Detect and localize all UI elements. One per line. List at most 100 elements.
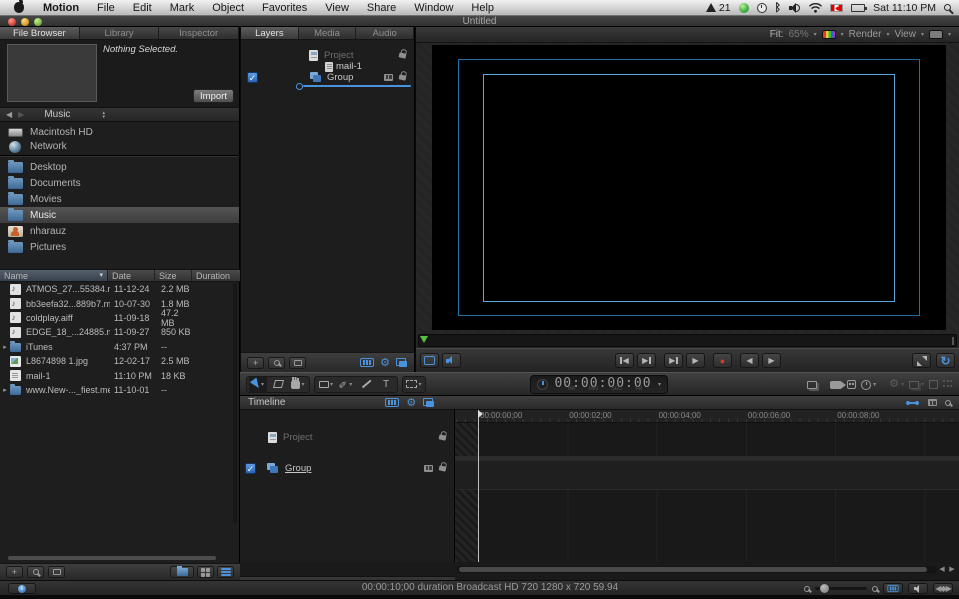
make-clone-button[interactable] xyxy=(929,380,938,389)
scrollbar-track[interactable] xyxy=(457,566,937,573)
new-camera-button[interactable] xyxy=(830,381,842,389)
place-item[interactable]: nharauz xyxy=(0,223,239,239)
indicator-item[interactable]: 21 xyxy=(706,2,731,14)
chevron-down-icon[interactable]: ▾ xyxy=(948,31,951,38)
location-stepper[interactable]: ▴▾ xyxy=(102,111,105,119)
menu-item[interactable]: Object xyxy=(203,2,253,14)
timeline-zoom-icon[interactable] xyxy=(945,400,951,406)
search-button[interactable] xyxy=(27,566,44,578)
show-keyframes-button[interactable]: ◀◆▶ xyxy=(933,583,953,594)
play-button[interactable]: ▶ xyxy=(686,353,705,368)
file-row[interactable]: ▸ www.New-..._fiest.metal 11-10-01 -- xyxy=(0,383,240,397)
volume-icon[interactable] xyxy=(789,3,801,13)
play-from-start-button[interactable]: ▶ xyxy=(664,353,683,368)
icon-view-button[interactable] xyxy=(197,566,214,578)
zoom-value[interactable]: 65% xyxy=(789,29,809,40)
lock-icon[interactable] xyxy=(399,74,407,80)
minimize-window-button[interactable] xyxy=(21,18,29,26)
timeline-ruler[interactable]: 00:00:00;0000:00:02;0000:00:04;0000:00:0… xyxy=(455,410,959,423)
timeline-project-row[interactable]: Project xyxy=(240,428,454,446)
window-title-bar[interactable]: Untitled xyxy=(0,16,959,27)
menu-item[interactable]: Help xyxy=(462,2,503,14)
hud-list-button[interactable] xyxy=(807,381,817,389)
layers-preview-button[interactable] xyxy=(289,357,306,369)
zoom-in-icon[interactable] xyxy=(872,586,878,592)
column-header-size[interactable]: Size xyxy=(155,270,192,281)
video-timeline-icon[interactable] xyxy=(385,398,399,407)
make-particles-button[interactable] xyxy=(943,380,953,390)
menu-app[interactable]: Motion xyxy=(34,2,88,14)
retime-button[interactable]: ▾ xyxy=(861,380,876,390)
bluetooth-icon[interactable]: ᛒ xyxy=(775,3,782,13)
menu-clock[interactable]: Sat 11:10 PM xyxy=(873,2,936,14)
place-item[interactable]: Network xyxy=(0,140,239,156)
menu-item[interactable]: File xyxy=(88,2,124,14)
filmstrip-icon[interactable] xyxy=(928,399,937,406)
rectangle-tool[interactable]: ▾ xyxy=(317,377,335,392)
layers-tab[interactable]: Audio xyxy=(356,27,414,39)
scroll-left-icon[interactable]: ◀ xyxy=(937,565,947,573)
menu-item[interactable]: Edit xyxy=(124,2,161,14)
apple-menu-icon[interactable] xyxy=(14,2,24,13)
column-header-duration[interactable]: Duration xyxy=(192,270,240,281)
record-button[interactable]: ● xyxy=(713,353,732,368)
group-track[interactable] xyxy=(455,461,959,489)
group-row[interactable]: Group mail-1 xyxy=(241,68,414,86)
pan-tool[interactable]: ▾ xyxy=(289,377,307,392)
chevron-down-icon[interactable]: ▾ xyxy=(814,31,817,38)
utility-tab[interactable]: Library xyxy=(80,27,160,39)
list-view-button[interactable] xyxy=(217,566,234,578)
render-menu[interactable]: Render xyxy=(849,29,882,40)
timeline-track-area[interactable] xyxy=(455,423,959,562)
bezier-tool[interactable]: ✎▾ xyxy=(337,377,355,392)
view-menu[interactable]: View xyxy=(894,29,916,40)
layers-tab[interactable]: Media xyxy=(299,27,357,39)
file-row[interactable]: L8674898 1.jpg 12-02-17 2.5 MB xyxy=(0,354,240,368)
chevron-down-icon[interactable]: ▾ xyxy=(921,31,924,38)
slider-knob[interactable] xyxy=(820,584,829,593)
preview-toggle-button[interactable] xyxy=(48,566,65,578)
forward-arrow-icon[interactable]: ▶ xyxy=(18,110,24,119)
adjust-item-tool[interactable] xyxy=(269,377,287,392)
menu-item[interactable]: View xyxy=(316,2,358,14)
file-row[interactable]: bb3eefa32...889b7.mp3 10-07-30 1.8 MB xyxy=(0,296,240,310)
column-header-name[interactable]: Name▾ xyxy=(0,270,108,281)
scroll-right-icon[interactable]: ▶ xyxy=(947,565,957,573)
input-language-flag-icon[interactable] xyxy=(830,4,843,12)
file-row[interactable]: EDGE_18_...24885.mp3 11-09-27 850 KB xyxy=(0,325,240,339)
column-header-date[interactable]: Date xyxy=(108,270,155,281)
background-swatch-icon[interactable] xyxy=(929,30,943,39)
reveal-folder-button[interactable] xyxy=(170,566,194,578)
mini-timeline[interactable] xyxy=(418,334,957,347)
timeline-zoom-slider[interactable] xyxy=(815,587,867,590)
timeline-group-row[interactable]: Group xyxy=(240,459,454,477)
mini-playhead-icon[interactable] xyxy=(420,336,428,343)
audio-mute-button[interactable] xyxy=(442,353,461,368)
add-object-button[interactable]: + xyxy=(247,357,264,369)
keyframes-icon[interactable]: ⚙ xyxy=(406,398,416,408)
timeline-scrollbar[interactable]: ◀ ▶ xyxy=(455,564,959,574)
select-transform-tool[interactable]: ▾ xyxy=(249,377,267,392)
playhead[interactable] xyxy=(478,410,479,562)
chevron-down-icon[interactable]: ▾ xyxy=(658,381,661,388)
channels-swatch-icon[interactable] xyxy=(822,30,836,39)
record-animation-button[interactable] xyxy=(847,380,856,389)
utility-tab[interactable]: Inspector xyxy=(159,27,239,39)
disclosure-icon[interactable]: ▸ xyxy=(0,343,8,351)
zoom-window-button[interactable] xyxy=(34,18,42,26)
video-timeline-icon[interactable] xyxy=(360,358,374,367)
place-item[interactable]: Documents xyxy=(0,175,239,191)
green-status-icon[interactable] xyxy=(739,3,749,13)
wifi-icon[interactable] xyxy=(809,3,822,13)
utility-tab[interactable]: File Browser xyxy=(0,27,80,39)
close-window-button[interactable] xyxy=(8,18,16,26)
film-icon[interactable] xyxy=(384,74,393,81)
step-forward-button[interactable]: ▶ xyxy=(762,353,781,368)
battery-icon[interactable] xyxy=(851,4,865,12)
go-to-start-button[interactable]: ◀ xyxy=(615,353,634,368)
location-label[interactable]: Music xyxy=(44,109,70,120)
import-button[interactable]: Import xyxy=(193,89,234,103)
place-item[interactable]: Movies xyxy=(0,191,239,207)
new-folder-button[interactable]: + xyxy=(6,566,23,578)
lock-icon[interactable] xyxy=(399,52,407,58)
